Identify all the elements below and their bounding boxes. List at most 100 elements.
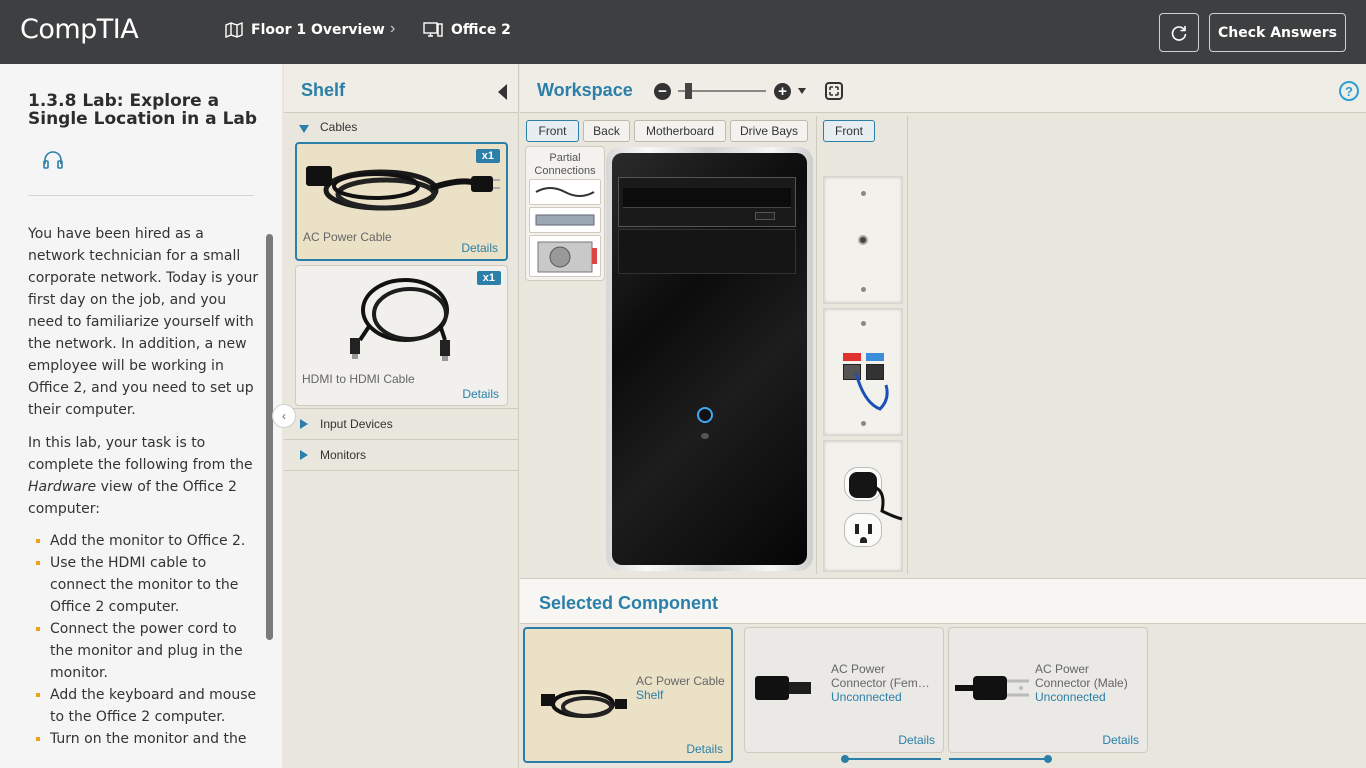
item-name: AC Power Cable [303,230,392,244]
connection-point[interactable] [1044,755,1052,763]
wall-view-tab-front[interactable]: Front [823,120,875,142]
chevron-left-icon: ‹ [282,409,286,423]
selected-component-panel: Selected Component AC Power Cable Shelf … [520,578,1366,768]
view-tab-front[interactable]: Front [526,120,579,142]
task-list: Add the monitor to Office 2. Use the HDM… [28,530,264,750]
intro-paragraph: You have been hired as a network technic… [28,226,259,418]
task-intro-paragraph: In this lab, your task is to complete th… [28,432,264,520]
component-status: Unconnected [1035,690,1106,704]
audio-button[interactable] [42,149,64,174]
partial-connections-title: Partial Connections [534,152,596,177]
selected-component-header: Selected Component [520,579,1366,624]
instructions-scrollbar[interactable] [266,234,273,640]
connection-line [949,758,1049,760]
breadcrumb-office[interactable]: Office 2 [423,22,511,38]
screw [861,287,866,292]
partial-connection-item[interactable] [529,207,601,233]
view-tab-drive-bays[interactable]: Drive Bays [730,120,808,142]
comptia-logo: CompTIA [20,14,139,45]
details-link[interactable]: Details [686,742,723,756]
shelf-panel: Shelf Cables x1 AC Power Cable Details x… [284,64,519,768]
details-link[interactable]: Details [461,241,498,255]
category-input-devices[interactable]: Input Devices [284,409,519,440]
computer-tower[interactable] [606,147,813,571]
ribbon-cable-thumbnail-icon [535,214,595,226]
details-link[interactable]: Details [1102,733,1139,747]
network-cable-icon [854,372,889,411]
item-name: HDMI to HDMI Cable [302,372,415,386]
ac-connector-female-image [755,676,811,700]
headphones-icon [43,151,63,169]
help-button[interactable]: ? [1339,81,1359,101]
partial-connection-item[interactable] [529,235,601,277]
task-item: Turn on the monitor and the [28,728,264,750]
power-led [701,433,709,439]
wall-plate-coax [823,176,903,304]
screw [861,421,866,426]
workspace-divider [907,116,908,574]
optical-drive-tray [623,188,791,208]
top-bar: CompTIA Floor 1 Overview › Office 2 Chec… [0,0,1366,64]
shelf-title: Shelf [301,80,346,100]
view-tab-back[interactable]: Back [583,120,630,142]
category-label: Input Devices [320,417,393,431]
category-cables[interactable]: Cables [284,113,518,141]
fit-to-screen-icon[interactable] [824,81,844,101]
screw [861,321,866,326]
zoom-slider-handle[interactable] [685,83,692,99]
connection-line [845,758,941,760]
map-icon [225,22,243,38]
quantity-badge: x1 [476,271,501,285]
component-name: AC Power Connector (Fem… [831,662,930,690]
component-status: Unconnected [831,690,902,704]
wall-plate-network [823,308,903,436]
component-card-ac-connector-male[interactable]: AC Power Connector (Male) Unconnected De… [948,627,1148,753]
lab-title: 1.3.8 Lab: Explore a Single Location in … [28,91,258,129]
shelf-item-hdmi-cable[interactable]: x1 HDMI to HDMI Cable Details [295,265,508,406]
check-answers-button[interactable]: Check Answers [1209,13,1346,52]
outlet-bottom[interactable] [844,513,882,547]
workspace-title: Workspace [537,80,633,100]
coax-port[interactable] [858,235,868,245]
breadcrumb-separator: › [390,20,396,37]
reset-button[interactable] [1159,13,1199,52]
shelf-item-ac-power-cable[interactable]: x1 AC Power Cable Details [295,142,508,261]
category-label: Cables [320,120,358,134]
breadcrumb-office-label: Office 2 [451,22,511,38]
details-link[interactable]: Details [462,387,499,401]
category-label: Monitors [320,448,367,462]
collapse-shelf-icon[interactable] [498,84,507,100]
view-tab-motherboard[interactable]: Motherboard [634,120,726,142]
power-supply-thumbnail-icon [537,241,597,273]
selected-component-title: Selected Component [539,593,719,613]
caret-down-icon [299,125,309,133]
task-item: Use the HDMI cable to connect the monito… [28,552,264,618]
zoom-in-button[interactable]: + [774,83,791,100]
component-card-ac-power-cable[interactable]: AC Power Cable Shelf Details [523,627,733,763]
optical-drive-bay[interactable] [618,177,796,227]
category-monitors[interactable]: Monitors [284,440,519,471]
workspace-panel: Workspace − + ? Front Back Motherboard D… [520,64,1366,578]
cable-thumbnail-icon [535,187,595,197]
wall-plate-power-outlet [823,440,903,572]
task-intro-text: In this lab, your task is to complete th… [28,435,253,473]
quantity-badge: x1 [475,149,500,163]
collapse-instructions-button[interactable]: ‹ [272,404,296,428]
eject-button[interactable] [755,212,775,220]
hardware-emphasis: Hardware [28,479,97,495]
component-card-ac-connector-female[interactable]: AC Power Connector (Fem… Unconnected Det… [744,627,944,753]
details-link[interactable]: Details [898,733,935,747]
drive-bay-cover [618,229,796,274]
zoom-out-button[interactable]: − [654,83,671,100]
computer-icon [423,22,443,37]
breadcrumb-floor-label: Floor 1 Overview [251,22,385,38]
power-button[interactable] [697,407,713,423]
partial-connection-item[interactable] [529,179,601,205]
connection-point[interactable] [841,755,849,763]
workspace-header: Workspace − + ? [520,64,1366,113]
hdmi-cable-image [350,278,450,361]
breadcrumb-floor-overview[interactable]: Floor 1 Overview [225,22,385,38]
ac-power-cable-image [306,166,500,211]
outlet-slot [855,524,859,534]
zoom-dropdown-icon[interactable] [798,88,806,94]
